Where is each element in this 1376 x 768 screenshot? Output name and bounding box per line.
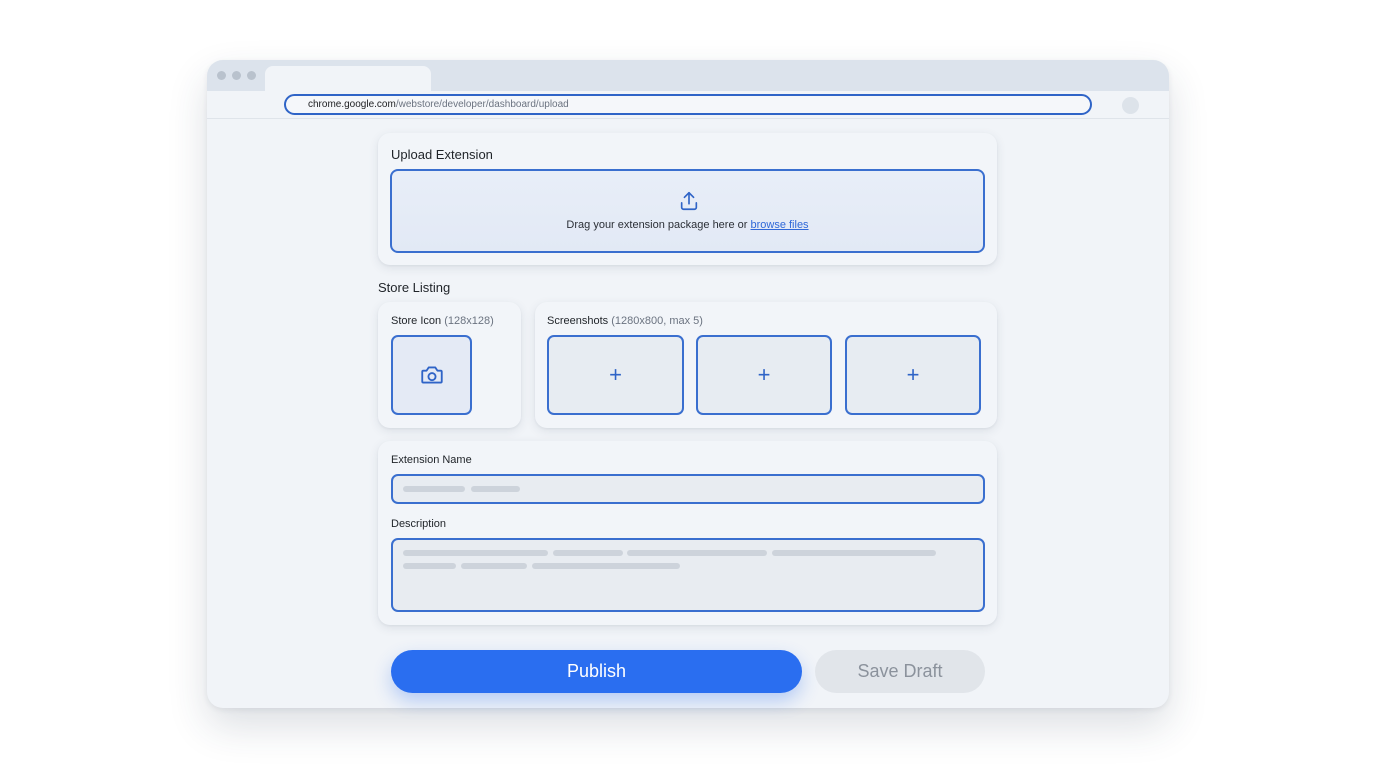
- description-textarea[interactable]: [391, 538, 985, 612]
- store-icon-label: Store Icon (128x128): [391, 315, 494, 327]
- upload-extension-title: Upload Extension: [391, 147, 493, 162]
- store-icon-card: Store Icon (128x128): [378, 302, 521, 428]
- add-screenshot-icon: +: [757, 362, 771, 387]
- screenshots-card: Screenshots (1280x800, max 5) + + +: [535, 302, 997, 428]
- add-screenshot-icon: +: [609, 362, 622, 387]
- placeholder-bar: [403, 486, 465, 492]
- screenshots-label-text: Screenshots: [547, 315, 609, 327]
- dropzone-hint: Drag your extension package here or brow…: [392, 219, 983, 231]
- upload-extension-card: Upload Extension Drag your extension pac…: [378, 133, 997, 265]
- placeholder-bar: [461, 563, 527, 569]
- store-icon-size-spec: (128x128): [444, 315, 494, 327]
- save-draft-button[interactable]: Save Draft: [815, 650, 985, 693]
- store-icon-label-text: Store Icon: [391, 315, 442, 327]
- placeholder-bar: [532, 563, 680, 569]
- details-card: Extension Name Description: [378, 441, 997, 625]
- placeholder-bar: [772, 550, 936, 556]
- minimize-window-dot[interactable]: [232, 71, 241, 80]
- extension-name-label: Extension Name: [391, 454, 472, 466]
- url-path: /webstore/developer/dashboard/upload: [395, 99, 569, 110]
- store-listing-heading: Store Listing: [378, 280, 451, 295]
- placeholder-bar: [471, 486, 520, 492]
- extension-dropzone[interactable]: Drag your extension package here or brow…: [390, 169, 985, 253]
- extension-name-input[interactable]: [391, 474, 985, 504]
- publish-button[interactable]: Publish: [391, 650, 802, 693]
- store-icon-upload-slot[interactable]: [391, 335, 472, 415]
- browser-toolbar: chrome.google.com/webstore/developer/das…: [207, 91, 1169, 119]
- add-screenshot-icon: +: [906, 362, 920, 387]
- placeholder-bar: [553, 550, 623, 556]
- placeholder-bar: [403, 563, 456, 569]
- close-window-dot[interactable]: [217, 71, 226, 80]
- url-host: chrome.google.com: [308, 99, 396, 110]
- description-label: Description: [391, 518, 447, 530]
- screenshot-slot-3[interactable]: +: [845, 335, 981, 415]
- screenshot-slot-2[interactable]: +: [696, 335, 832, 415]
- window-controls: [217, 71, 256, 80]
- profile-avatar[interactable]: [1122, 97, 1139, 114]
- maximize-window-dot[interactable]: [247, 71, 256, 80]
- placeholder-bar: [403, 550, 548, 556]
- screenshots-label: Screenshots (1280x800, max 5): [547, 315, 703, 327]
- browse-files-link[interactable]: browse files: [750, 219, 808, 231]
- active-tab[interactable]: [265, 66, 431, 92]
- dropzone-hint-text: Drag your extension package here or: [566, 219, 751, 231]
- upload-icon: [680, 191, 698, 211]
- placeholder-bar: [627, 550, 767, 556]
- screenshot-slot-1[interactable]: +: [547, 335, 684, 415]
- screenshots-spec: (1280x800, max 5): [611, 315, 703, 327]
- address-bar[interactable]: chrome.google.com/webstore/developer/das…: [284, 94, 1092, 115]
- camera-icon: [420, 366, 443, 384]
- tab-strip: [207, 60, 1169, 92]
